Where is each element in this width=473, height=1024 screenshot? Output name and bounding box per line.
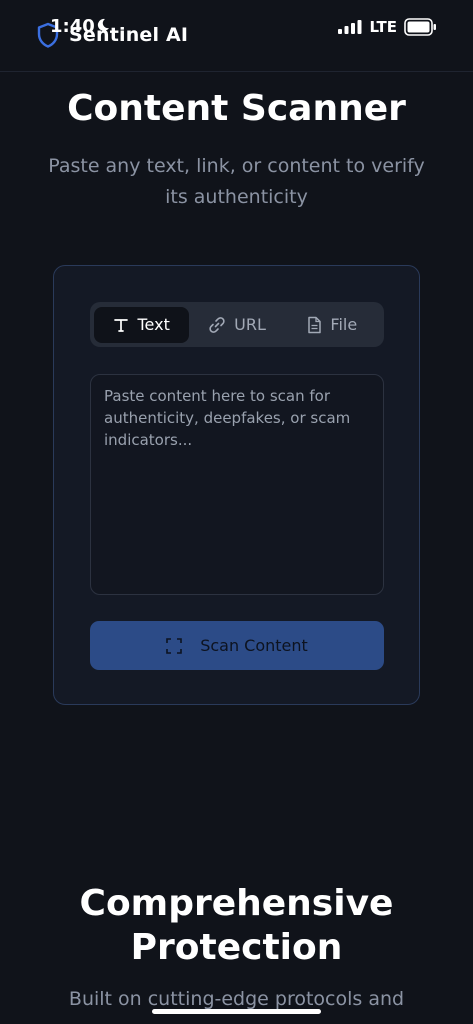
home-indicator[interactable] bbox=[152, 1009, 321, 1014]
moon-icon bbox=[97, 18, 109, 31]
content-input[interactable] bbox=[90, 374, 384, 595]
text-icon bbox=[114, 318, 129, 332]
signal-icon bbox=[338, 20, 362, 34]
status-time: 1:40 bbox=[50, 16, 95, 37]
page-subtitle: Paste any text, link, or content to veri… bbox=[48, 155, 425, 208]
tab-label: URL bbox=[234, 315, 266, 334]
scan-icon bbox=[166, 637, 182, 654]
tab-label: Text bbox=[137, 315, 170, 334]
scan-button-label: Scan Content bbox=[200, 636, 308, 655]
section-title: Comprehensive Protection bbox=[79, 883, 394, 968]
status-bar: Sentinel AI 1:40 LTE bbox=[0, 0, 473, 72]
scan-content-button[interactable]: Scan Content bbox=[90, 621, 384, 670]
link-icon bbox=[209, 316, 225, 333]
page-title: Content Scanner bbox=[67, 88, 406, 129]
section-subtitle: Built on cutting-edge protocols and bbox=[68, 988, 405, 1010]
scan-type-tabs: Text URL File bbox=[90, 302, 384, 347]
file-icon bbox=[308, 316, 322, 333]
network-type: LTE bbox=[369, 18, 397, 36]
tab-text[interactable]: Text bbox=[94, 306, 190, 343]
battery-icon bbox=[404, 18, 436, 36]
tab-label: File bbox=[330, 315, 358, 334]
tab-file[interactable]: File bbox=[285, 307, 380, 343]
tab-url[interactable]: URL bbox=[189, 307, 284, 343]
scanner-card: Text URL File Scan Content bbox=[53, 265, 420, 705]
status-indicators: LTE bbox=[338, 18, 437, 36]
